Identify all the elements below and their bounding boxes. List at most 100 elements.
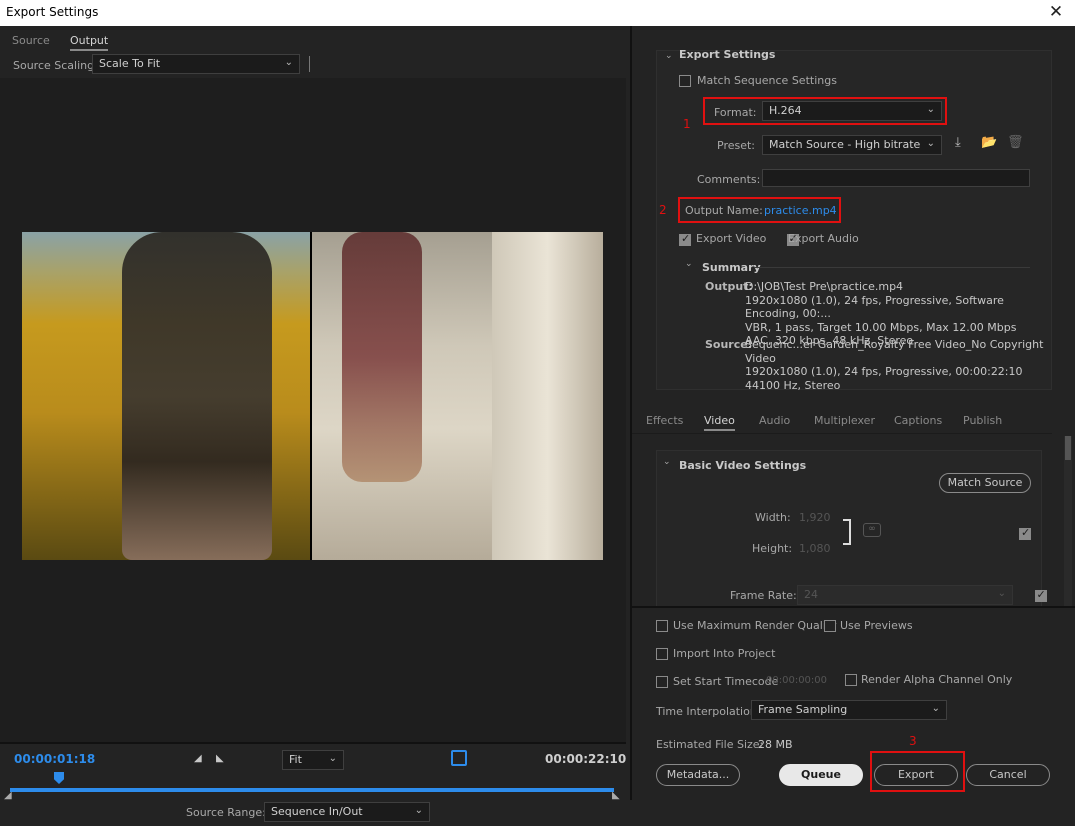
- output-name-link[interactable]: practice.mp4: [764, 204, 837, 217]
- match-source-button[interactable]: Match Source: [939, 473, 1031, 493]
- tab-multiplexer[interactable]: Multiplexer: [814, 414, 875, 427]
- preset-label: Preset:: [717, 139, 756, 152]
- chain-link-icon[interactable]: ∞: [863, 523, 881, 537]
- fit-value: Fit: [289, 753, 302, 766]
- summary-chevron-icon[interactable]: ⌄: [685, 259, 693, 269]
- output-name-label: Output Name:: [685, 204, 763, 217]
- scrollbar-thumb[interactable]: [1065, 436, 1071, 460]
- tab-effects[interactable]: Effects: [646, 414, 683, 427]
- render-alpha-checkbox[interactable]: [845, 674, 857, 686]
- use-max-render-checkbox[interactable]: [656, 620, 668, 632]
- divider: [309, 56, 310, 72]
- start-timecode-value[interactable]: 00:00:00:00: [766, 675, 827, 686]
- width-value[interactable]: 1,920: [799, 511, 831, 524]
- frame-rate-checkbox[interactable]: [1034, 588, 1047, 602]
- export-settings-section: ⌄ Export Settings Match Sequence Setting…: [656, 48, 1052, 392]
- summary-source-line: 44100 Hz, Stereo: [745, 378, 841, 392]
- source-range-dropdown[interactable]: Sequence In/Out ⌄: [264, 802, 430, 822]
- annotation-2: 2: [659, 203, 667, 217]
- comments-label: Comments:: [697, 173, 761, 186]
- summary-title: Summary: [702, 261, 761, 274]
- timeline: 00:00:01:18 ◢ ◣ Fit ⌄ 00:00:22:10 ◢ ◣ So…: [0, 742, 626, 826]
- frame-rate-label: Frame Rate:: [730, 589, 797, 602]
- save-preset-icon[interactable]: ⤓: [955, 135, 961, 150]
- format-value: H.264: [769, 104, 802, 117]
- source-scaling-label: Source Scaling:: [13, 59, 98, 72]
- left-panel: Source Output Source Scaling: Scale To F…: [0, 26, 626, 826]
- time-interpolation-dropdown[interactable]: Frame Sampling ⌄: [751, 700, 947, 720]
- source-scaling-dropdown[interactable]: Scale To Fit ⌄: [92, 54, 300, 74]
- use-previews-label: Use Previews: [840, 619, 913, 632]
- chevron-down-icon: ⌄: [926, 104, 935, 115]
- fit-dropdown[interactable]: Fit ⌄: [282, 750, 344, 770]
- source-range-value: Sequence In/Out: [271, 805, 363, 818]
- import-into-project-label: Import Into Project: [673, 647, 776, 660]
- link-bracket: [843, 519, 851, 545]
- height-value[interactable]: 1,080: [799, 542, 831, 555]
- settings-tab-bar: Effects Video Audio Multiplexer Captions…: [632, 408, 1052, 434]
- basic-video-settings-section: ⌄ Basic Video Settings Match Source Widt…: [656, 450, 1047, 610]
- import-preset-icon[interactable]: 📂: [981, 135, 997, 150]
- aspect-ratio-icon[interactable]: [451, 750, 467, 766]
- preview-figure-left: [122, 232, 272, 560]
- tab-publish[interactable]: Publish: [963, 414, 1002, 427]
- summary-source-text: Sequenc...er Garden_Royalty Free Video_N…: [745, 338, 1045, 392]
- settings-scrollbar[interactable]: [1064, 436, 1072, 606]
- tab-audio[interactable]: Audio: [759, 414, 790, 427]
- summary-source-line: Sequenc...er Garden_Royalty Free Video_N…: [745, 338, 1044, 365]
- video-preview-frame: [22, 232, 603, 560]
- window-title: Export Settings: [6, 5, 99, 19]
- match-sequence-label: Match Sequence Settings: [697, 74, 837, 87]
- frame-rate-dropdown[interactable]: 24 ⌄: [797, 585, 1013, 605]
- estimated-file-size-label: Estimated File Size:: [656, 738, 764, 751]
- comments-input[interactable]: [762, 169, 1030, 187]
- export-video-label: Export Video: [696, 232, 767, 245]
- export-settings-title: Export Settings: [679, 48, 776, 61]
- annotation-3: 3: [909, 734, 917, 748]
- playhead[interactable]: [54, 772, 64, 784]
- set-in-point-icon[interactable]: ◢: [194, 753, 202, 764]
- timeline-track[interactable]: [10, 788, 614, 792]
- chevron-down-icon: ⌄: [926, 138, 935, 149]
- format-dropdown[interactable]: H.264 ⌄: [762, 101, 942, 121]
- preview-pillar: [492, 232, 603, 560]
- title-bar: Export Settings ✕: [0, 0, 1075, 26]
- time-interpolation-label: Time Interpolation:: [656, 705, 761, 718]
- set-start-timecode-checkbox[interactable]: [656, 676, 668, 688]
- import-into-project-checkbox[interactable]: [656, 648, 668, 660]
- metadata-button[interactable]: Metadata...: [656, 764, 740, 786]
- format-label: Format:: [714, 106, 757, 119]
- annotation-1: 1: [683, 117, 691, 131]
- match-sequence-checkbox[interactable]: [679, 75, 691, 87]
- height-label: Height:: [752, 542, 793, 555]
- out-point-marker-icon[interactable]: ◣: [612, 790, 620, 801]
- width-label: Width:: [755, 511, 791, 524]
- set-out-point-icon[interactable]: ◣: [216, 753, 224, 764]
- render-alpha-label: Render Alpha Channel Only: [861, 673, 1013, 686]
- chevron-down-icon: ⌄: [414, 805, 423, 816]
- current-timecode[interactable]: 00:00:01:18: [14, 752, 95, 766]
- delete-preset-icon[interactable]: 🗑: [1007, 135, 1024, 150]
- export-button[interactable]: Export: [874, 764, 958, 786]
- tab-video[interactable]: Video: [704, 414, 735, 431]
- tab-captions[interactable]: Captions: [894, 414, 942, 427]
- preset-value: Match Source - High bitrate: [769, 138, 921, 151]
- preview-figure-right: [342, 232, 422, 482]
- summary-output-line: D:\JOB\Test Pre\practice.mp4: [745, 280, 904, 293]
- use-previews-checkbox[interactable]: [824, 620, 836, 632]
- use-max-render-label: Use Maximum Render Quality: [673, 619, 837, 632]
- in-point-marker-icon[interactable]: ◢: [4, 790, 12, 801]
- tab-source[interactable]: Source: [12, 34, 50, 47]
- width-height-checkbox[interactable]: [1019, 526, 1031, 540]
- summary-source-line: 1920x1080 (1.0), 24 fps, Progressive, 00…: [745, 365, 1023, 378]
- close-icon[interactable]: ✕: [1047, 2, 1065, 22]
- estimated-file-size-value: 28 MB: [758, 738, 793, 751]
- export-video-checkbox[interactable]: [679, 232, 691, 246]
- collapse-chevron-icon[interactable]: ⌄: [665, 51, 673, 61]
- cancel-button[interactable]: Cancel: [966, 764, 1050, 786]
- video-collapse-chevron-icon[interactable]: ⌄: [663, 457, 671, 467]
- tab-output[interactable]: Output: [70, 34, 109, 51]
- chevron-down-icon: ⌄: [328, 753, 337, 764]
- queue-button[interactable]: Queue: [779, 764, 863, 786]
- preset-dropdown[interactable]: Match Source - High bitrate ⌄: [762, 135, 942, 155]
